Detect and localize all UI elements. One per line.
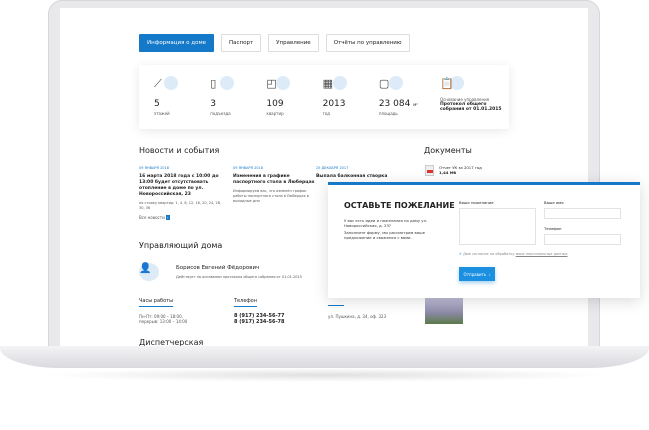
- apartment-icon: ◰: [266, 77, 277, 90]
- feedback-popup: ОСТАВЬТЕ ПОЖЕЛАНИЕ У вас есть идеи и пож…: [328, 182, 640, 298]
- tab-info[interactable]: Информация о доме: [139, 34, 214, 52]
- documents-title: Документы: [424, 146, 472, 155]
- tabs: Информация о доме Паспорт Управление Отч…: [139, 34, 410, 52]
- manager-icon: 👤: [139, 263, 159, 281]
- check-icon: ✔: [459, 252, 462, 256]
- phones: 8 (917) 234-56-77 8 (917) 234-56-78: [234, 313, 285, 325]
- clipboard-icon: 📋: [439, 77, 454, 90]
- manager-name: Борисов Евгений Фёдорович: [176, 265, 260, 271]
- manager-note: Действует на основании протокола общего …: [176, 275, 302, 279]
- stairs-icon: ⟋: [154, 77, 162, 90]
- tab-reports[interactable]: Отчёты по управлению: [325, 34, 410, 52]
- dispatch-title: Диспетчерская: [139, 338, 204, 346]
- laptop-base: [0, 346, 649, 368]
- calendar-icon: ▦: [322, 77, 334, 90]
- popup-title: ОСТАВЬТЕ ПОЖЕЛАНИЕ: [344, 201, 455, 210]
- phone-input[interactable]: [544, 234, 621, 245]
- consent-link[interactable]: моих персональных данных: [516, 252, 568, 256]
- all-news-link[interactable]: Все новости ›: [139, 215, 170, 220]
- address: ул. Пушкина, д. 34, оф. 323: [328, 314, 387, 319]
- news-title: Новости и события: [139, 146, 220, 155]
- stat-apartments: ◰ 109 квартир: [266, 76, 322, 129]
- pdf-icon: [425, 165, 434, 176]
- building-photo: [425, 296, 463, 324]
- name-input[interactable]: [544, 208, 621, 219]
- stat-floors: ⟋ 5 этажей: [154, 76, 210, 129]
- tab-passport[interactable]: Паспорт: [220, 34, 262, 52]
- consent-checkbox[interactable]: ✔ Даю согласие на обработку моих персона…: [459, 252, 568, 256]
- news-item[interactable]: 25 ДЕКАБРЯ 2017 Выпала балконная створка: [316, 166, 401, 180]
- stat-area: ▢ 23 084 м² площадь: [378, 76, 418, 116]
- stat-year: ▦ 2013 год: [322, 76, 347, 116]
- door-icon: ▯: [210, 77, 217, 90]
- news-item[interactable]: 09 ЯНВАРЯ 2018 Изменения в графике паспор…: [233, 166, 318, 204]
- laptop-shadow: [40, 368, 610, 382]
- document-item[interactable]: Отчет УК за 2017 год 1,44 Мб: [439, 165, 482, 175]
- hours-label: Часы работы: [139, 298, 174, 307]
- area-icon: ▢: [378, 77, 390, 90]
- news-item[interactable]: 09 ЯНВАРЯ 2018 16 марта 2018 года с 10:00…: [139, 166, 224, 211]
- tab-management[interactable]: Управление: [268, 34, 319, 52]
- wish-textarea[interactable]: [459, 208, 536, 245]
- submit-button[interactable]: Отправить ›: [459, 267, 495, 281]
- manager-title: Управляющий дома: [139, 241, 223, 250]
- phone-label: Телефон: [234, 298, 258, 307]
- stats-card: ⟋ 5 этажей ▯ 3 подъезда ◰ 109 квартир ▦ 2013 год…: [139, 65, 509, 129]
- stat-management: 📋 Основание управления Протокол общего соб…: [439, 76, 502, 112]
- hours: Пн-Пт: 09:00 – 18:00, перерыв: 13:00 – 14…: [139, 314, 188, 324]
- arrow-right-icon: ›: [165, 215, 170, 220]
- stat-entrances: ▯ 3 подъезда: [210, 76, 266, 129]
